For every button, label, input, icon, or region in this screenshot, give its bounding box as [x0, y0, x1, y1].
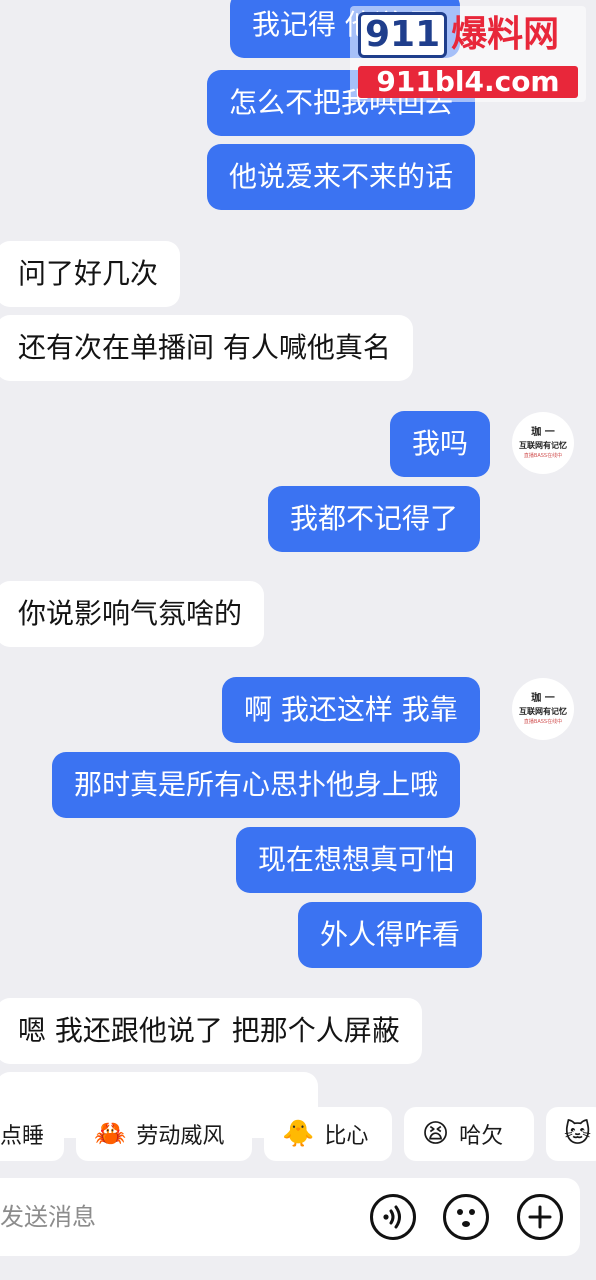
watermark-logo-number: 911: [358, 12, 448, 58]
cat-icon: 🐱: [564, 1119, 592, 1149]
quick-reply-label: 劳动威风: [136, 1124, 225, 1149]
avatar-tagline: 互联网有记忆: [519, 707, 567, 716]
quick-reply-chip[interactable]: 🦀 劳动威风: [76, 1107, 252, 1161]
watermark: 911 爆料网 911bl4.com: [350, 6, 586, 102]
yawn-icon: 😫: [422, 1119, 450, 1149]
quick-reply-label: 哈欠: [459, 1124, 504, 1149]
avatar-name: 珈 一: [531, 427, 555, 438]
quick-reply-chip[interactable]: 点睡: [0, 1107, 64, 1161]
message-bubble-outgoing[interactable]: 我吗: [390, 411, 491, 477]
message-bubble-outgoing[interactable]: 啊 我还这样 我靠: [222, 677, 480, 743]
voice-icon-glyph: [383, 1205, 401, 1229]
message-bubble-incoming[interactable]: 你说影响气氛啥的: [0, 581, 265, 647]
message-bubble-outgoing[interactable]: 那时真是所有心思扑他身上哦: [52, 752, 461, 818]
message-bubble-outgoing[interactable]: 现在想想真可怕: [236, 827, 477, 893]
user-avatar[interactable]: 珈 一 互联网有记忆 直播BASS在线中: [512, 678, 574, 740]
quick-reply-chip[interactable]: 😫 哈欠: [404, 1107, 534, 1161]
avatar-subtext: 直播BASS在线中: [523, 453, 563, 459]
emoji-icon-glyph: [457, 1209, 475, 1227]
message-bubble-outgoing[interactable]: 他说爱来不来的话: [207, 144, 476, 210]
watermark-logo: 911 爆料网: [358, 10, 578, 60]
avatar-name: 珈 一: [531, 693, 555, 704]
voice-icon[interactable]: [370, 1194, 416, 1240]
chick-icon: 🐥: [282, 1119, 315, 1149]
quick-reply-label: 点睡: [0, 1124, 45, 1149]
message-bubble-incoming[interactable]: 还有次在单播间 有人喊他真名: [0, 315, 413, 381]
plus-icon[interactable]: [517, 1194, 563, 1240]
user-avatar[interactable]: 珈 一 互联网有记忆 直播BASS在线中: [512, 412, 574, 474]
quick-reply-chip[interactable]: 🐥 比心: [264, 1107, 392, 1161]
message-bubble-outgoing[interactable]: 我都不记得了: [268, 486, 481, 552]
message-bubble-incoming[interactable]: 问了好几次: [0, 241, 181, 307]
avatar-tagline: 互联网有记忆: [519, 441, 567, 450]
watermark-logo-text: 爆料网: [451, 14, 560, 55]
quick-reply-chip[interactable]: 🐱: [546, 1107, 596, 1161]
watermark-url: 911bl4.com: [358, 66, 578, 98]
message-input-bar: 发送消息: [0, 1178, 580, 1256]
message-bubble-incoming[interactable]: 嗯 我还跟他说了 把那个人屏蔽: [0, 998, 422, 1064]
crab-icon: 🦀: [94, 1119, 127, 1149]
message-input[interactable]: 发送消息: [0, 1178, 96, 1256]
plus-icon-glyph: [528, 1205, 552, 1229]
avatar-subtext: 直播BASS在线中: [523, 719, 563, 725]
emoji-icon[interactable]: [443, 1194, 489, 1240]
message-bubble-outgoing[interactable]: 外人得咋看: [298, 902, 483, 968]
quick-reply-label: 比心: [324, 1124, 369, 1149]
